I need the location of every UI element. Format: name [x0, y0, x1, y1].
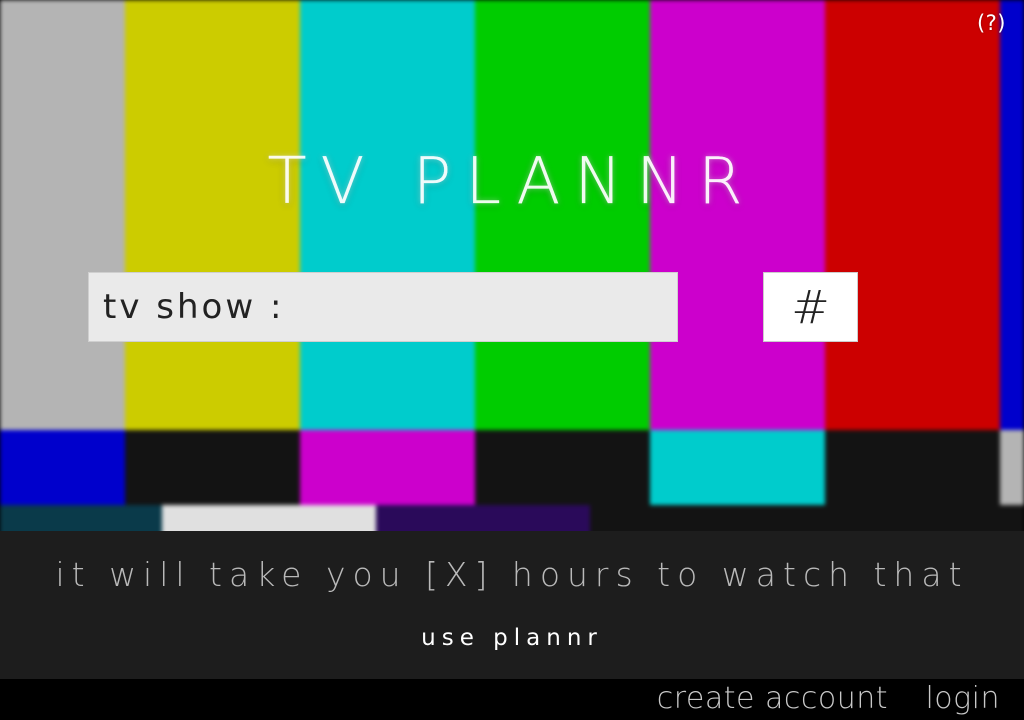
color-bars-middle-band [0, 430, 1024, 505]
bar-mid-black-2 [475, 430, 650, 505]
result-text: it will take you [X] hours to watch that [55, 555, 969, 594]
bar-mid-blue [0, 430, 125, 505]
bar-mid-black-1 [125, 430, 300, 505]
create-account-link[interactable]: create account [657, 681, 888, 716]
page-root: (?) TV PLANNR # it will take you [X] hou… [0, 0, 1024, 720]
bar-mid-cyan [650, 430, 825, 505]
bar-mid-gray [1000, 430, 1024, 505]
result-panel: it will take you [X] hours to watch that… [0, 531, 1024, 679]
bar-mid-black-3 [825, 430, 1000, 505]
app-title: TV PLANNR [267, 145, 757, 219]
calculate-button[interactable]: # [763, 272, 858, 342]
color-bars-background [0, 0, 1024, 540]
tv-show-search-input[interactable] [88, 272, 678, 342]
tagline: use plannr [421, 625, 603, 651]
login-link[interactable]: login [925, 681, 1000, 716]
footer: create account login [0, 679, 1024, 720]
help-link[interactable]: (?) [977, 11, 1006, 35]
bar-mid-magenta [300, 430, 475, 505]
